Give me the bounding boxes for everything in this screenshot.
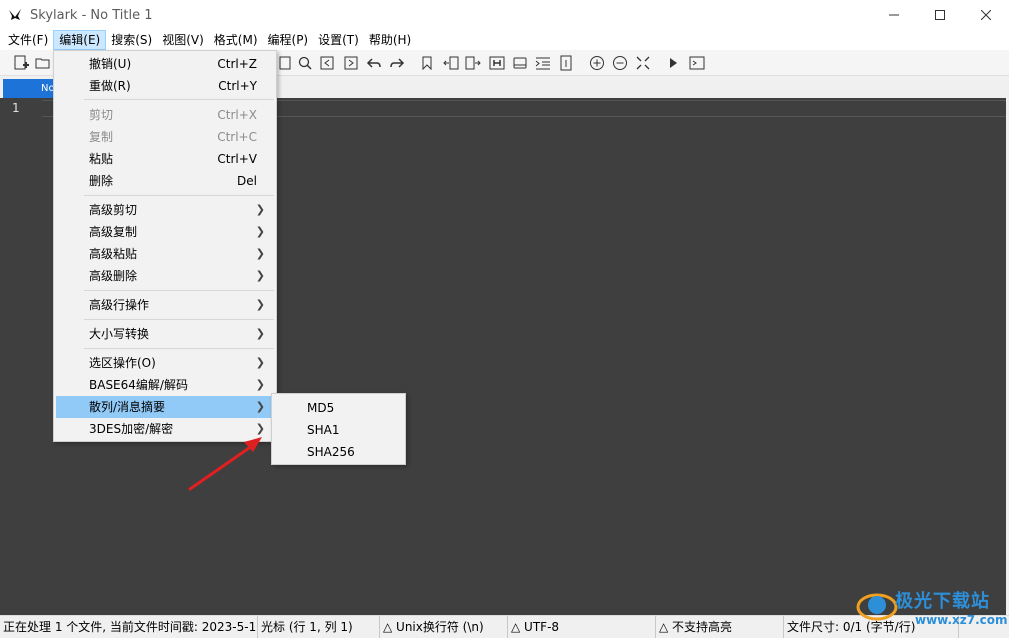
title-bar: Skylark - No Title 1: [0, 0, 1009, 30]
menu-program[interactable]: 编程(P): [263, 30, 314, 50]
run-icon[interactable]: [664, 54, 682, 72]
print-icon[interactable]: [511, 54, 529, 72]
menu-item-undo[interactable]: 撤销(U) Ctrl+Z: [56, 53, 275, 75]
line-number: 1: [12, 101, 20, 115]
menu-item-3des[interactable]: 3DES加密/解密 ❯: [56, 418, 275, 440]
maximize-button[interactable]: [917, 0, 963, 30]
chevron-right-icon: ❯: [255, 422, 265, 435]
maximize-icon: [935, 10, 945, 20]
menu-format[interactable]: 格式(M): [209, 30, 263, 50]
menu-help[interactable]: 帮助(H): [364, 30, 416, 50]
chevron-right-icon: ❯: [255, 400, 265, 413]
submenu-item-md5[interactable]: MD5: [274, 397, 404, 419]
watermark: 极光下载站 www.xz7.com: [855, 583, 1008, 635]
hash-submenu: MD5 SHA1 SHA256: [271, 393, 406, 465]
menu-bar: 文件(F) 编辑(E) 搜索(S) 视图(V) 格式(M) 编程(P) 设置(T…: [0, 30, 1009, 50]
menu-item-cut[interactable]: 剪切 Ctrl+X: [56, 104, 275, 126]
menu-file[interactable]: 文件(F): [3, 30, 53, 50]
open-folder-icon[interactable]: [34, 54, 52, 72]
menu-item-hash-digest[interactable]: 散列/消息摘要 ❯: [56, 396, 275, 418]
line-number-gutter: 1: [0, 98, 42, 615]
hex-view-icon[interactable]: [488, 54, 506, 72]
menu-edit[interactable]: 编辑(E): [53, 30, 107, 50]
submenu-item-sha1[interactable]: SHA1: [274, 419, 404, 441]
menu-item-redo[interactable]: 重做(R) Ctrl+Y: [56, 75, 275, 97]
menu-item-selection-ops[interactable]: 选区操作(O) ❯: [56, 352, 275, 374]
skylark-app-icon: [0, 0, 30, 30]
menu-item-advanced-cut[interactable]: 高级剪切 ❯: [56, 199, 275, 221]
menu-settings[interactable]: 设置(T): [313, 30, 364, 50]
menu-separator: [84, 290, 274, 291]
menu-item-delete[interactable]: 删除 Del: [56, 170, 275, 192]
chevron-right-icon: ❯: [255, 327, 265, 340]
close-button[interactable]: [963, 0, 1009, 30]
status-cursor: 光标 (行 1, 列 1): [258, 616, 380, 638]
menu-separator: [84, 319, 274, 320]
chevron-right-icon: ❯: [255, 378, 265, 391]
menu-item-advanced-copy[interactable]: 高级复制 ❯: [56, 221, 275, 243]
watermark-text: 极光下载站: [895, 591, 990, 612]
bookmark-previous-icon[interactable]: [442, 54, 460, 72]
menu-item-base64[interactable]: BASE64编解/解码 ❯: [56, 374, 275, 396]
submenu-item-sha256[interactable]: SHA256: [274, 441, 404, 463]
status-processing: 正在处理 1 个文件, 当前文件时间戳: 2023-5-16: [0, 616, 258, 638]
find-previous-icon[interactable]: [318, 54, 336, 72]
window-title: Skylark - No Title 1: [30, 7, 153, 23]
status-line-ending[interactable]: △ Unix换行符 (\n): [380, 616, 508, 638]
bookmark-next-icon[interactable]: [464, 54, 482, 72]
chevron-right-icon: ❯: [255, 225, 265, 238]
redo-icon[interactable]: [388, 54, 406, 72]
menu-separator: [84, 195, 274, 196]
menu-search[interactable]: 搜索(S): [106, 30, 157, 50]
status-encoding[interactable]: △ UTF-8: [508, 616, 656, 638]
encoding-label: UTF-8: [524, 620, 560, 634]
terminal-icon[interactable]: [688, 54, 706, 72]
menu-view[interactable]: 视图(V): [157, 30, 209, 50]
chevron-right-icon: ❯: [255, 247, 265, 260]
menu-item-advanced-delete[interactable]: 高级删除 ❯: [56, 265, 275, 287]
minimize-icon: [889, 14, 899, 16]
bookmark-icon[interactable]: [418, 54, 436, 72]
chevron-right-icon: ❯: [255, 298, 265, 311]
menu-separator: [84, 348, 274, 349]
chevron-right-icon: ❯: [255, 356, 265, 369]
new-file-icon[interactable]: [12, 54, 30, 72]
minimize-button[interactable]: [871, 0, 917, 30]
close-icon: [981, 10, 991, 20]
watermark-logo-icon: [856, 593, 898, 621]
status-highlight[interactable]: △ 不支持高亮: [656, 616, 784, 638]
chevron-right-icon: ❯: [255, 203, 265, 216]
paste-icon[interactable]: [276, 54, 294, 72]
indent-icon[interactable]: [534, 54, 552, 72]
find-next-icon[interactable]: [342, 54, 360, 72]
menu-item-copy[interactable]: 复制 Ctrl+C: [56, 126, 275, 148]
menu-item-advanced-line-ops[interactable]: 高级行操作 ❯: [56, 294, 275, 316]
highlight-label: 不支持高亮: [672, 620, 733, 634]
file-info-icon[interactable]: [557, 54, 575, 72]
watermark-url: www.xz7.com: [915, 613, 1008, 627]
menu-item-case-convert[interactable]: 大小写转换 ❯: [56, 323, 275, 345]
find-icon[interactable]: [296, 54, 314, 72]
line-ending-label: Unix换行符 (\n): [396, 620, 484, 634]
menu-item-advanced-paste[interactable]: 高级粘贴 ❯: [56, 243, 275, 265]
zoom-in-icon[interactable]: [588, 54, 606, 72]
edit-menu-dropdown: 撤销(U) Ctrl+Z 重做(R) Ctrl+Y 剪切 Ctrl+X 复制 Ctrl+…: [53, 50, 277, 442]
fullscreen-icon[interactable]: [634, 54, 652, 72]
zoom-out-icon[interactable]: [611, 54, 629, 72]
menu-item-paste[interactable]: 粘贴 Ctrl+V: [56, 148, 275, 170]
menu-separator: [84, 99, 274, 100]
undo-icon[interactable]: [365, 54, 383, 72]
chevron-right-icon: ❯: [255, 269, 265, 282]
